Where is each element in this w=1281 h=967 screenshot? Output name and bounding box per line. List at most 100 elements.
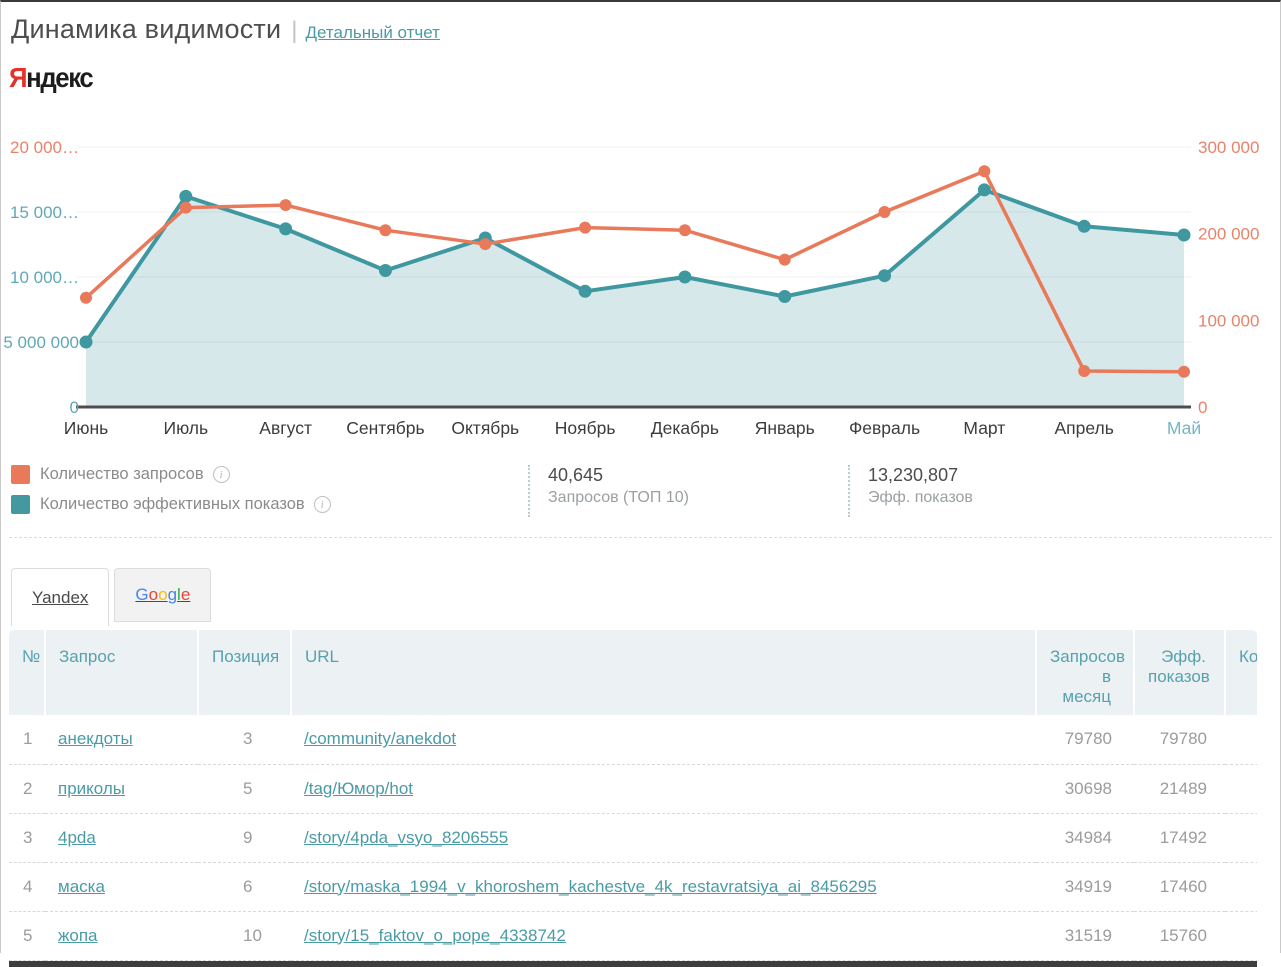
url-link[interactable]: /story/maska_1994_v_khoroshem_kachestve_… [304, 877, 877, 896]
cell-query: анекдоты [45, 715, 198, 764]
column-header-position: Позиция [198, 630, 291, 715]
left-axis-tick: 15 000… [10, 203, 79, 222]
url-link[interactable]: /community/anekdot [304, 729, 456, 748]
cell-url: /community/anekdot [291, 715, 1036, 764]
tab-google[interactable]: Google [114, 568, 211, 622]
queries-point[interactable] [280, 199, 292, 211]
left-axis-tick: 5 000 000 [3, 333, 79, 352]
cell-impressions: 17460 [1134, 862, 1225, 911]
cell-query: 4pda [45, 813, 198, 862]
cell-impressions: 79780 [1134, 715, 1225, 764]
impressions-point[interactable] [279, 222, 292, 235]
column-header-num: № [9, 630, 45, 715]
month-label[interactable]: Ноябрь [555, 418, 616, 438]
horizontal-scrollbar[interactable] [9, 961, 1257, 967]
queries-point[interactable] [879, 206, 891, 218]
table-row: 3 4pda 9/story/4pda_vsyo_8206555 3498417492 [9, 813, 1257, 862]
month-label[interactable]: Октябрь [451, 418, 519, 438]
info-icon[interactable]: i [213, 466, 230, 483]
cell-extra [1225, 862, 1257, 911]
month-label[interactable]: Август [259, 418, 312, 438]
impressions-point[interactable] [1078, 220, 1091, 233]
month-label[interactable]: Январь [755, 418, 815, 438]
impressions-area [86, 190, 1184, 407]
info-icon[interactable]: i [314, 496, 331, 513]
impressions-point[interactable] [878, 269, 891, 282]
stat-block: 40,645Запросов (ТОП 10) [528, 465, 848, 517]
month-label[interactable]: Апрель [1054, 418, 1113, 438]
cell-monthly: 34984 [1036, 813, 1134, 862]
cell-impressions: 17492 [1134, 813, 1225, 862]
column-header-extra: Ко [1225, 630, 1257, 715]
right-axis-tick: 0 [1198, 398, 1207, 417]
queries-point[interactable] [679, 224, 691, 236]
queries-point[interactable] [479, 238, 491, 250]
query-link[interactable]: 4pda [58, 828, 96, 847]
impressions-point[interactable] [778, 290, 791, 303]
cell-query: маска [45, 862, 198, 911]
search-engine-tabs: Yandex Google [11, 568, 1280, 626]
url-link[interactable]: /story/15_faktov_o_pope_4338742 [304, 926, 566, 945]
title-separator: | [291, 17, 297, 44]
queries-point[interactable] [1178, 366, 1190, 378]
month-label[interactable]: Сентябрь [346, 418, 424, 438]
impressions-point[interactable] [379, 264, 392, 277]
cell-monthly: 34919 [1036, 862, 1134, 911]
right-axis-tick: 200 000 [1198, 225, 1259, 244]
cell-url: /story/4pda_vsyo_8206555 [291, 813, 1036, 862]
right-axis-tick: 300 000 [1198, 138, 1259, 157]
impressions-point[interactable] [978, 183, 991, 196]
keywords-table-wrap: №ЗапросПозицияURLЗапросов в месяцЭфф. по… [9, 630, 1257, 961]
queries-point[interactable] [579, 222, 591, 234]
month-label[interactable]: Июнь [64, 418, 109, 438]
keywords-table: №ЗапросПозицияURLЗапросов в месяцЭфф. по… [9, 630, 1257, 961]
yandex-logo: Яндекс [9, 62, 92, 94]
column-header-query: Запрос [45, 630, 198, 715]
stat-label: Запросов (ТОП 10) [548, 489, 848, 507]
cell-position: 5 [198, 764, 291, 813]
queries-point[interactable] [978, 165, 990, 177]
chart-legend: Количество запросовiКоличество эффективн… [11, 465, 528, 525]
month-label[interactable]: Май [1167, 418, 1201, 438]
queries-point[interactable] [379, 224, 391, 236]
table-row: 2приколы5/tag/Юмор/hot3069821489 [9, 764, 1257, 813]
impressions-point[interactable] [80, 336, 93, 349]
right-axis-tick: 100 000 [1198, 311, 1259, 330]
summary-stats: 40,645Запросов (ТОП 10)13,230,807Эфф. по… [528, 465, 1168, 517]
impressions-point[interactable] [179, 190, 192, 203]
queries-point[interactable] [1078, 365, 1090, 377]
cell-monthly: 79780 [1036, 715, 1134, 764]
queries-point[interactable] [779, 254, 791, 266]
url-link[interactable]: /tag/Юмор/hot [304, 779, 413, 798]
queries-point[interactable] [80, 292, 92, 304]
impressions-point[interactable] [1178, 228, 1191, 241]
impressions-point[interactable] [579, 285, 592, 298]
month-label[interactable]: Декабрь [651, 418, 719, 438]
impressions-point[interactable] [678, 271, 691, 284]
url-link[interactable]: /story/4pda_vsyo_8206555 [304, 828, 508, 847]
cell-position: 9 [198, 813, 291, 862]
table-header-row: №ЗапросПозицияURLЗапросов в месяцЭфф. по… [9, 630, 1257, 715]
cell-num: 3 [9, 813, 45, 862]
yandex-logo-first-letter: Я [9, 62, 26, 93]
month-label[interactable]: Июль [163, 418, 208, 438]
detailed-report-link[interactable]: Детальный отчет [306, 23, 440, 42]
query-link[interactable]: жопа [58, 926, 98, 945]
legend-swatch [11, 465, 30, 484]
cell-extra [1225, 813, 1257, 862]
legend-label: Количество эффективных показов [40, 495, 305, 514]
month-label[interactable]: Март [963, 418, 1005, 438]
column-header-url: URL [291, 630, 1036, 715]
query-link[interactable]: приколы [58, 779, 125, 798]
queries-point[interactable] [180, 202, 192, 214]
tab-yandex[interactable]: Yandex [11, 568, 109, 626]
column-header-impressions: Эфф. показов [1134, 630, 1225, 715]
tab-label: Yandex [32, 588, 88, 608]
query-link[interactable]: маска [58, 877, 105, 896]
month-label[interactable]: Февраль [849, 418, 920, 438]
query-link[interactable]: анекдоты [58, 729, 133, 748]
cell-monthly: 30698 [1036, 764, 1134, 813]
yandex-logo-rest: ндекс [26, 62, 92, 93]
cell-query: приколы [45, 764, 198, 813]
cell-position: 3 [198, 715, 291, 764]
